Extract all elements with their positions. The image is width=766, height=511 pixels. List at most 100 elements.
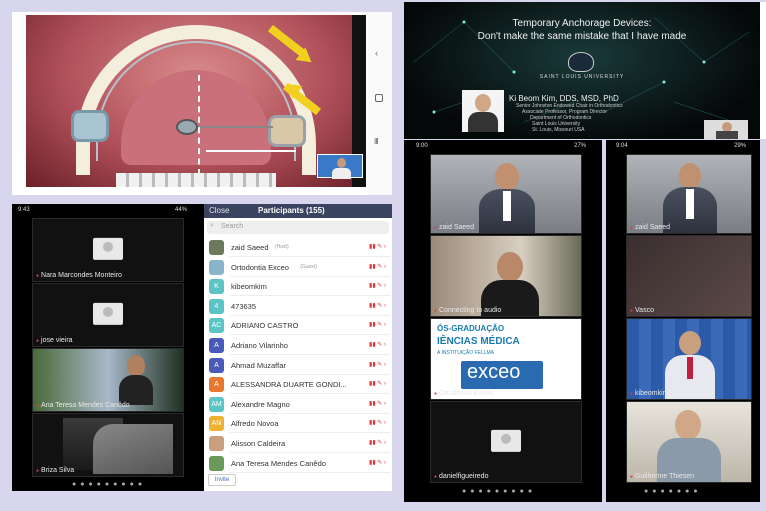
tile-name: kibeomkim — [630, 390, 668, 397]
mute-status-icon: ▮▮ ✎ › — [369, 361, 386, 368]
page-indicator: ●●●●●●●●● — [72, 481, 147, 488]
university-seal-icon — [568, 52, 594, 72]
participant-avatar: A — [209, 377, 224, 393]
participant-name: 473635 — [231, 301, 257, 311]
participant-tag: (Guest) — [300, 263, 317, 270]
participants-title: Participants (155) — [258, 206, 325, 215]
participant-row[interactable]: Ortodontia Exceo (Guest) ▮▮ ✎ › — [205, 258, 390, 277]
video-tile[interactable]: Vasco — [626, 235, 752, 317]
participant-row[interactable]: zaid Saeed (Host) ▮▮ ✎ › — [205, 238, 390, 257]
participant-name: ADRIANO CASTRO — [231, 321, 299, 331]
back-chevron-icon[interactable]: ‹ — [375, 48, 378, 58]
video-tile[interactable]: danielfigueiredo — [430, 401, 582, 483]
video-tile[interactable]: Guilherme Thiesen — [626, 401, 752, 483]
video-tile[interactable]: jose vieira — [32, 283, 184, 347]
participant-avatar — [209, 240, 224, 255]
phone1-time: 9:43 — [18, 207, 30, 213]
invite-label: Invite — [214, 477, 230, 483]
mute-status-icon: ▮▮ ✎ › — [369, 283, 386, 290]
home-square-icon[interactable] — [375, 94, 383, 102]
participant-row[interactable]: Alisson Caldeira ▮▮ ✎ › — [205, 434, 390, 453]
speaker-thumbnail[interactable] — [704, 120, 748, 139]
mute-status-icon: ▮▮ ✎ › — [369, 459, 386, 466]
participant-row[interactable]: Ana Teresa Mendes Canêdo ▮▮ ✎ › — [205, 454, 390, 473]
video-tile[interactable]: zaid Saeed — [626, 154, 752, 234]
mute-status-icon: ▮▮ ✎ › — [369, 322, 386, 329]
participant-avatar: A — [209, 338, 224, 353]
participant-name: Ortodontia Exceo — [231, 262, 289, 272]
participant-name: Ana Teresa Mendes Canêdo — [231, 458, 326, 468]
tile-name: Ana Teresa Mendes Canêdo — [36, 402, 130, 409]
participant-avatar: AC — [209, 318, 224, 334]
tile-name: danielfigueiredo — [434, 473, 488, 480]
video-tile[interactable]: zaid Saeed — [430, 154, 582, 234]
participant-row[interactable]: A Ahmad Muzaffar ▮▮ ✎ › — [205, 356, 390, 375]
tile-name: Ortodontia Exceo — [434, 390, 493, 397]
self-view-thumbnail[interactable] — [317, 154, 363, 179]
phone3-screen: 9:04 29% zaid Saeed Vasco kibeomkim Guil… — [606, 140, 760, 502]
phone2-screen: 9:00 27% zaid Saeed Connecting to audio … — [404, 140, 602, 502]
tile-name: Connecting to audio — [434, 307, 501, 314]
avatar-placeholder-icon — [491, 429, 521, 452]
video-tile[interactable]: kibeomkim — [626, 318, 752, 400]
presenter-name: Ki Beom Kim, DDS, MSD, PhD — [509, 94, 619, 103]
participant-name: kibeomkim — [231, 282, 267, 292]
participant-avatar: A — [209, 357, 224, 373]
presenter-role: St. Louis, Missouri USA — [532, 127, 585, 133]
mute-status-icon: ▮▮ ✎ › — [369, 342, 386, 348]
tile-name: Vasco — [630, 307, 654, 314]
lecture-slide: Temporary Anchorage Devices: Don't make … — [404, 2, 760, 139]
video-tile[interactable]: Briza Silva — [32, 413, 184, 477]
close-button[interactable]: Close — [209, 206, 229, 215]
invite-button[interactable]: Invite — [208, 474, 236, 486]
participant-avatar: AN — [209, 416, 224, 432]
participant-avatar: 4 — [209, 298, 224, 314]
mute-status-icon: ▮▮ ✎ › — [369, 381, 386, 388]
video-tile[interactable]: Nara Marcondes Monteiro — [32, 218, 184, 282]
participant-row[interactable]: AC ADRIANO CASTRO ▮▮ ✎ › — [205, 316, 390, 336]
participant-avatar — [209, 436, 224, 451]
participant-tag: (Host) — [275, 244, 289, 250]
video-tile[interactable]: Ana Teresa Mendes Canêdo — [32, 348, 184, 412]
participants-header: Close Participants (155) — [204, 204, 392, 218]
participant-row[interactable]: 4 473635 ▮▮ ✎ › — [205, 297, 390, 316]
exceo-header: ÓS-GRADUAÇÃO — [437, 324, 505, 333]
exceo-logo: exceo — [467, 361, 521, 383]
dental-slide-panel: ‹ III — [12, 12, 392, 195]
participant-name: Alexandre Magno — [231, 399, 290, 409]
participant-name: ALESSANDRA DUARTE GONDI... — [231, 380, 347, 390]
tile-name: jose vieira — [36, 337, 73, 344]
page-indicator: ●●●●●●●●● — [462, 488, 537, 495]
participant-row[interactable]: A Adriano Vilarinho ▮▮ ✎ › — [205, 336, 390, 355]
exceo-subheader: IÊNCIAS MÉDICA — [437, 336, 520, 347]
divider — [229, 471, 390, 473]
tile-name: zaid Saeed — [630, 224, 670, 231]
side-nav-bar: ‹ III — [368, 12, 392, 195]
phone2-battery: 27% — [574, 143, 587, 149]
participant-row[interactable]: AM Alexandre Magno ▮▮ ✎ › — [205, 395, 390, 414]
video-tile[interactable]: Connecting to audio — [430, 235, 582, 317]
phone1-battery: 44% — [175, 207, 188, 213]
participant-row[interactable]: A ALESSANDRA DUARTE GONDI... ▮▮ ✎ › — [205, 375, 390, 395]
tile-name: zaid Saeed — [434, 224, 474, 231]
tile-name: Briza Silva — [36, 467, 74, 474]
phone1-screen: 9:43 44% Nara Marcondes Monteiro jose vi… — [12, 204, 204, 491]
search-placeholder: Search — [221, 223, 244, 230]
participant-row[interactable]: AN Alfredo Novoa ▮▮ ✎ › — [205, 414, 390, 434]
avatar-placeholder-icon — [93, 237, 123, 260]
phone2-time: 9:00 — [416, 143, 428, 149]
lecture-title-line2: Don't make the same mistake that I have … — [477, 31, 687, 42]
participant-name: Alisson Caldeira — [231, 439, 286, 448]
participant-avatar — [209, 455, 224, 471]
participant-name: zaid Saeed — [231, 243, 269, 252]
presenter-photo — [462, 90, 504, 132]
participant-row[interactable]: Kkibeomkim ▮▮ ✎ › — [205, 277, 390, 297]
side-nav-bar — [760, 2, 766, 139]
search-icon: ⌕ — [210, 222, 214, 229]
participant-avatar: AM — [209, 396, 224, 412]
recents-icon[interactable]: III — [374, 137, 379, 146]
search-field[interactable]: ⌕ Search — [207, 221, 389, 234]
participant-name: Adriano Vilarinho — [231, 341, 288, 350]
video-tile[interactable]: ÓS-GRADUAÇÃO IÊNCIAS MÉDICA A INSTITUIÇÃ… — [430, 318, 582, 400]
exceo-tagline: A INSTITUIÇÃO FELLMA — [437, 350, 494, 356]
